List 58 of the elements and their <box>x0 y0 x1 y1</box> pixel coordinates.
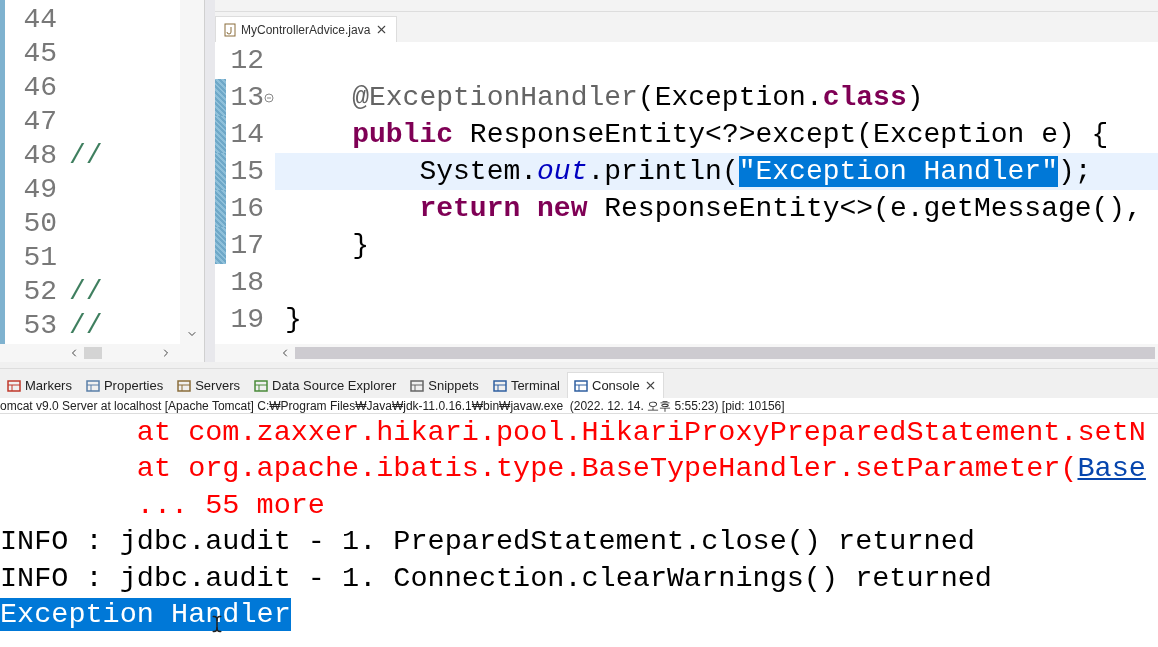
line-number: 53 <box>22 309 57 341</box>
code-text: ResponseEntity<?>except(Exception e) { <box>468 119 1109 150</box>
code-text: System. <box>418 156 538 187</box>
code-text: class <box>822 82 907 113</box>
scrollbar-thumb[interactable] <box>295 347 1155 359</box>
code-comment: // <box>69 275 103 307</box>
code-text: "Exception Handler" <box>738 156 1058 187</box>
console-status: omcat v9.0 Server at localhost [Apache Tomcat] C:₩Program Files₩Java₩jdk-11.0.16.1₩bin₩javaw.exe (2022. 12. 14. 오후 5:55:23) [pid: 10156] <box>0 398 1158 414</box>
view-tab[interactable]: Snippets <box>403 372 486 398</box>
line-number: 19 <box>229 304 264 335</box>
code-comment: // <box>69 139 103 171</box>
view-tab[interactable]: Servers <box>170 372 247 398</box>
code-text: return new <box>418 193 588 224</box>
collapse-icon[interactable] <box>264 92 274 103</box>
code-text: @ExceptionHandler <box>351 82 638 113</box>
line-number: 16 <box>229 193 264 224</box>
scrollbar-thumb[interactable] <box>84 347 102 359</box>
java-file-icon <box>224 22 236 37</box>
code-text: ) <box>906 82 924 113</box>
line-number: 14 <box>229 119 264 150</box>
code-text: INFO : jdbc.audit - 1. PreparedStatement.close() returned <box>0 525 975 559</box>
code-comment: // <box>69 309 103 341</box>
line-number: 46 <box>22 71 57 103</box>
line-number: 13 <box>229 82 264 113</box>
line-number: 47 <box>22 105 57 137</box>
line-number: 52 <box>22 275 57 307</box>
code-text: Exception Handler <box>0 598 291 632</box>
view-tab[interactable]: Markers <box>0 372 79 398</box>
code-text: .println( <box>587 156 739 187</box>
code-text: at org.apache.ibatis.type.BaseTypeHandler.setParameter( <box>135 452 1078 486</box>
code-text: } <box>285 304 302 335</box>
line-number: 48 <box>22 139 57 171</box>
line-number: 18 <box>229 267 264 298</box>
code-text: out <box>537 156 588 187</box>
view-tab[interactable]: Properties <box>78 372 171 398</box>
line-number: 51 <box>22 241 57 273</box>
code-text: ... 55 more <box>135 488 325 522</box>
code-text: (Exception. <box>637 82 823 113</box>
code-text: public <box>351 119 454 150</box>
code-text: } <box>351 230 369 261</box>
table-icon <box>85 378 100 393</box>
view-tab[interactable]: Terminal <box>485 372 567 398</box>
source-link[interactable]: Base <box>1077 452 1146 486</box>
code-text: ResponseEntity<>(e.getMessage(), <box>603 193 1142 224</box>
code-text: at com.zaxxer.hikari.pool.HikariProxyPreparedStatement.setN <box>135 415 1146 449</box>
line-number: 44 <box>22 3 57 35</box>
line-number: 12 <box>229 45 264 76</box>
view-tab[interactable]: Data Source Explorer <box>247 372 404 398</box>
line-number: 17 <box>229 230 264 261</box>
line-number: 50 <box>22 207 57 239</box>
tab-title: MyControllerAdvice.java <box>241 22 371 37</box>
view-tab[interactable]: Console <box>567 372 664 398</box>
code-text: ); <box>1057 156 1092 187</box>
line-number: 49 <box>22 173 57 205</box>
editor-tab[interactable]: MyControllerAdvice.java <box>215 16 398 42</box>
line-number: 45 <box>22 37 57 69</box>
code-text: INFO : jdbc.audit - 1. Connection.clearWarnings() returned <box>0 561 992 595</box>
line-number: 15 <box>229 156 264 187</box>
